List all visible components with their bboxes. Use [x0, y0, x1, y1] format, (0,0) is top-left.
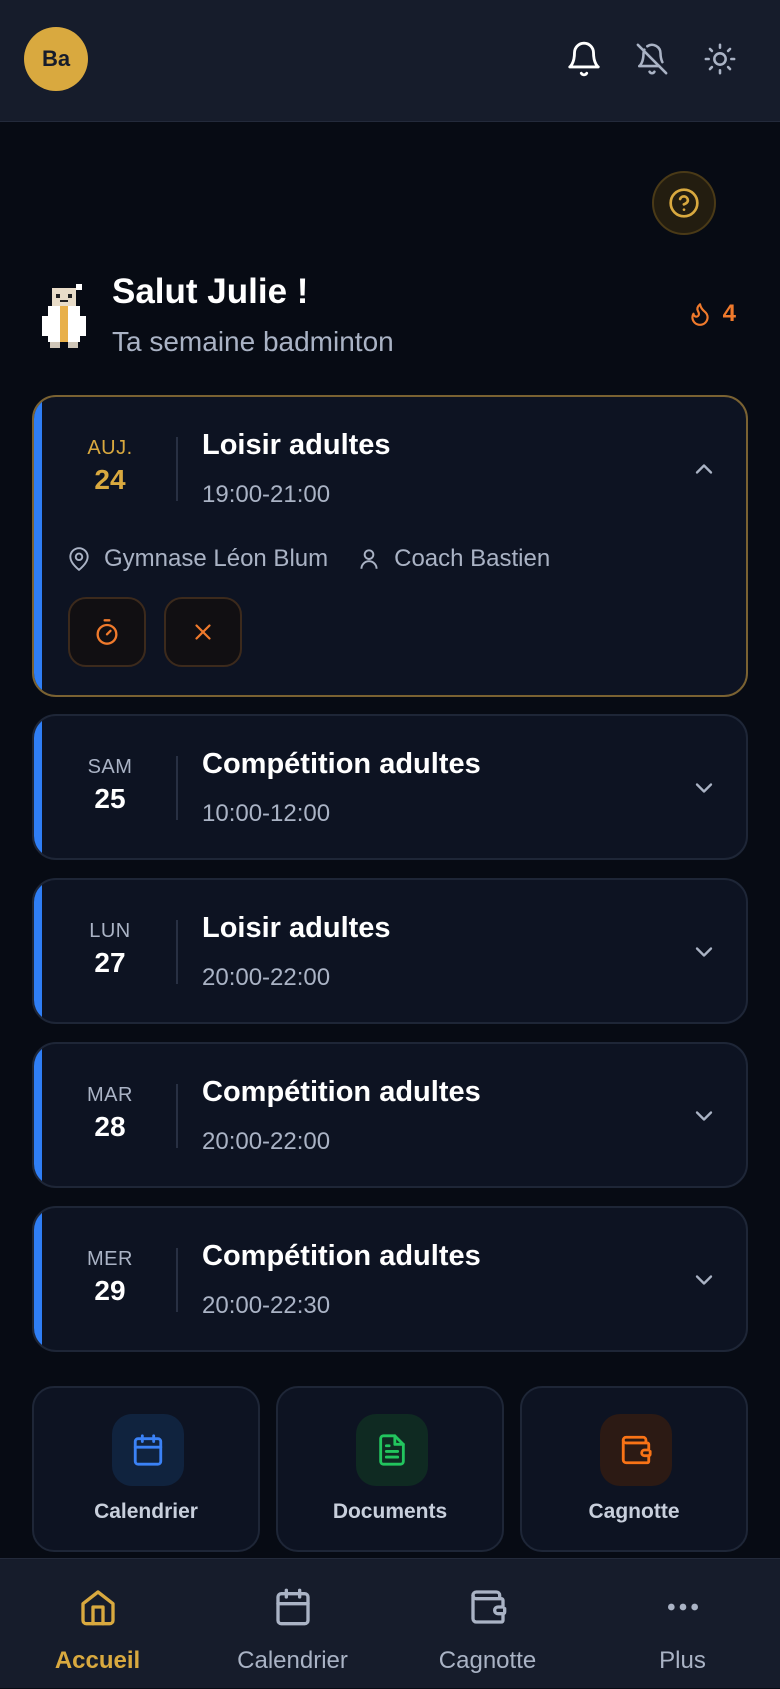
- nav-label: Calendrier: [237, 1647, 348, 1674]
- nav-item-calendrier[interactable]: Calendrier: [195, 1559, 390, 1689]
- session-title: Compétition adultes: [202, 1076, 481, 1108]
- wallet-icon: [621, 1435, 652, 1465]
- divider: [176, 756, 178, 820]
- user-icon: [360, 549, 378, 569]
- chevron-down-icon[interactable]: [690, 938, 718, 966]
- chevron-down-icon[interactable]: [690, 1102, 718, 1130]
- top-bar: Ba: [0, 0, 780, 122]
- streak-count: 4: [722, 300, 736, 327]
- wallet-icon: [471, 1590, 507, 1624]
- divider: [176, 1084, 178, 1148]
- quick-link-label: Calendrier: [94, 1500, 198, 1523]
- session-time: 20:00-22:30: [202, 1292, 331, 1319]
- chevron-up-icon[interactable]: [690, 455, 718, 483]
- badminton-mascot-icon: [42, 284, 86, 348]
- session-day-number: 29: [94, 1275, 126, 1306]
- session-details: Gymnase Léon Blum Coach Bastien: [66, 545, 578, 573]
- session-date: LUN 27: [70, 920, 150, 979]
- sun-icon[interactable]: [700, 39, 740, 79]
- quick-link-calendrier[interactable]: Calendrier: [32, 1386, 260, 1552]
- session-day-of-week: LUN: [89, 920, 131, 942]
- session-day-number: 24: [94, 464, 126, 495]
- session-accent-bar: [34, 716, 42, 858]
- divider: [176, 1248, 178, 1312]
- chevron-down-icon[interactable]: [690, 1266, 718, 1294]
- session-day-of-week: MER: [87, 1248, 133, 1270]
- bell-off-icon[interactable]: [632, 39, 672, 79]
- quick-link-documents[interactable]: Documents: [276, 1386, 504, 1552]
- icon-box: [112, 1414, 184, 1486]
- nav-item-plus[interactable]: Plus: [585, 1559, 780, 1689]
- session-day-number: 25: [94, 783, 126, 814]
- session-day-number: 27: [94, 947, 126, 978]
- quick-links: Calendrier Documents Cagnotte: [32, 1386, 748, 1552]
- icon-box: [600, 1414, 672, 1486]
- session-accent-bar: [34, 1208, 42, 1350]
- nav-item-cagnotte[interactable]: Cagnotte: [390, 1559, 585, 1689]
- session-day-of-week: MAR: [87, 1084, 133, 1106]
- greeting-title: Salut Julie !: [112, 272, 309, 311]
- session-accent-bar: [34, 1044, 42, 1186]
- quick-link-cagnotte[interactable]: Cagnotte: [520, 1386, 748, 1552]
- divider: [176, 920, 178, 984]
- more-horizontal-icon: [668, 1603, 698, 1611]
- help-button[interactable]: [652, 171, 716, 235]
- session-date: SAM 25: [70, 756, 150, 815]
- chevron-down-icon[interactable]: [690, 774, 718, 802]
- session-title: Loisir adultes: [202, 429, 391, 461]
- document-icon: [379, 1434, 405, 1466]
- nav-item-accueil[interactable]: Accueil: [0, 1559, 195, 1689]
- session-day-number: 28: [94, 1111, 126, 1142]
- home-icon: [81, 1590, 115, 1626]
- quick-link-label: Documents: [332, 1500, 448, 1523]
- session-accent-bar: [34, 880, 42, 1022]
- session-card[interactable]: MAR 28 Compétition adultes 20:00-22:00: [32, 1042, 748, 1188]
- avatar-initials: Ba: [41, 46, 71, 71]
- session-card[interactable]: SAM 25 Compétition adultes 10:00-12:00: [32, 714, 748, 860]
- session-date: MER 29: [70, 1248, 150, 1307]
- greeting-section: Salut Julie ! Ta semaine badminton 4: [36, 270, 756, 360]
- session-date: MAR 28: [70, 1084, 150, 1143]
- calendar-icon: [276, 1588, 310, 1626]
- session-coach: Coach Bastien: [394, 545, 551, 572]
- session-card[interactable]: MER 29 Compétition adultes 20:00-22:30: [32, 1206, 748, 1352]
- session-accent-bar: [34, 397, 42, 695]
- session-time: 10:00-12:00: [202, 800, 331, 827]
- session-time: 19:00-21:00: [202, 481, 331, 508]
- session-card[interactable]: LUN 27 Loisir adultes 20:00-22:00: [32, 878, 748, 1024]
- calendar-icon: [133, 1434, 163, 1466]
- bell-icon[interactable]: [564, 39, 604, 79]
- streak-badge[interactable]: 4: [687, 300, 736, 328]
- flame-icon: [690, 303, 709, 326]
- session-title: Loisir adultes: [202, 912, 391, 944]
- greeting-subtitle: Ta semaine badminton: [112, 326, 394, 357]
- session-day-of-week: AUJ.: [87, 437, 133, 459]
- nav-label: Accueil: [54, 1647, 141, 1674]
- session-time: 20:00-22:00: [202, 964, 331, 991]
- timer-button[interactable]: [68, 597, 146, 667]
- nav-label: Cagnotte: [438, 1647, 537, 1674]
- session-day-of-week: SAM: [87, 756, 133, 778]
- close-icon: [195, 624, 211, 640]
- decline-button[interactable]: [164, 597, 242, 667]
- bottom-nav: Accueil Calendrier Cagnotte Plus: [0, 1558, 780, 1688]
- divider: [176, 437, 178, 501]
- nav-label: Plus: [659, 1647, 706, 1674]
- icon-box: [356, 1414, 428, 1486]
- session-date: AUJ. 24: [70, 437, 150, 496]
- session-title: Compétition adultes: [202, 1240, 481, 1272]
- map-pin-icon: [69, 547, 89, 572]
- session-time: 20:00-22:00: [202, 1128, 331, 1155]
- help-circle-icon: [669, 188, 699, 218]
- session-location: Gymnase Léon Blum: [104, 545, 329, 572]
- quick-link-label: Cagnotte: [588, 1500, 680, 1523]
- session-card[interactable]: AUJ. 24 Loisir adultes 19:00-21:00 Gymna…: [32, 395, 748, 697]
- timer-icon: [96, 619, 118, 645]
- avatar[interactable]: Ba: [24, 27, 88, 91]
- session-title: Compétition adultes: [202, 748, 481, 780]
